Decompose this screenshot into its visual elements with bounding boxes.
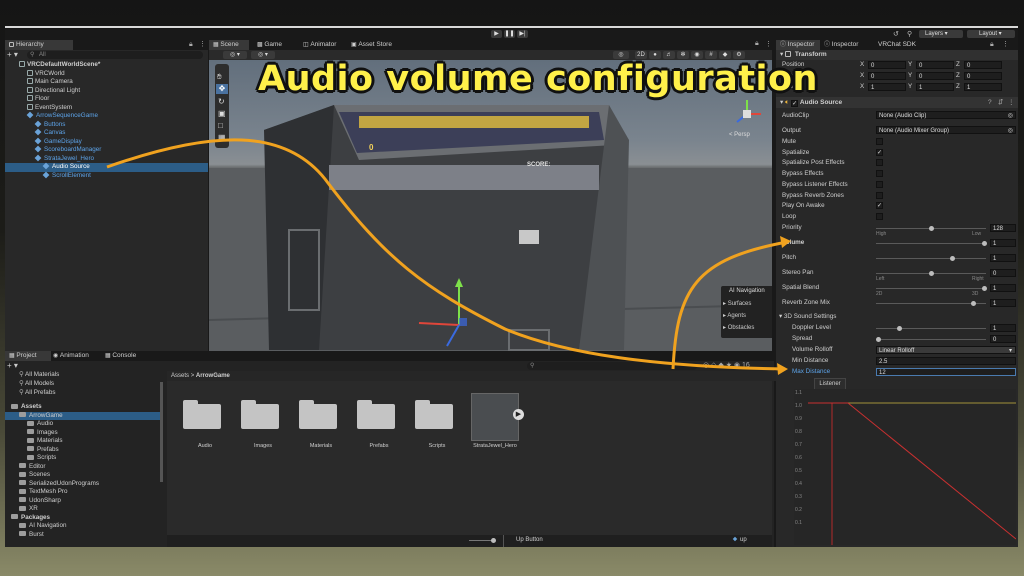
headline-overlay: Audio volume configuration bbox=[258, 59, 818, 99]
unity-editor-window: ▶ ❚❚ ▶| ↺ ⚲ Layers ▾ Layout ▾ Hierarchy … bbox=[5, 29, 1018, 547]
arrow-to-max-distance bbox=[106, 138, 786, 371]
arrow-head-volume bbox=[780, 236, 791, 248]
arrow-to-volume bbox=[671, 240, 788, 370]
arrow-head-max-distance bbox=[777, 363, 788, 375]
top-divider-line bbox=[5, 26, 1018, 28]
annotation-arrows bbox=[106, 138, 791, 375]
